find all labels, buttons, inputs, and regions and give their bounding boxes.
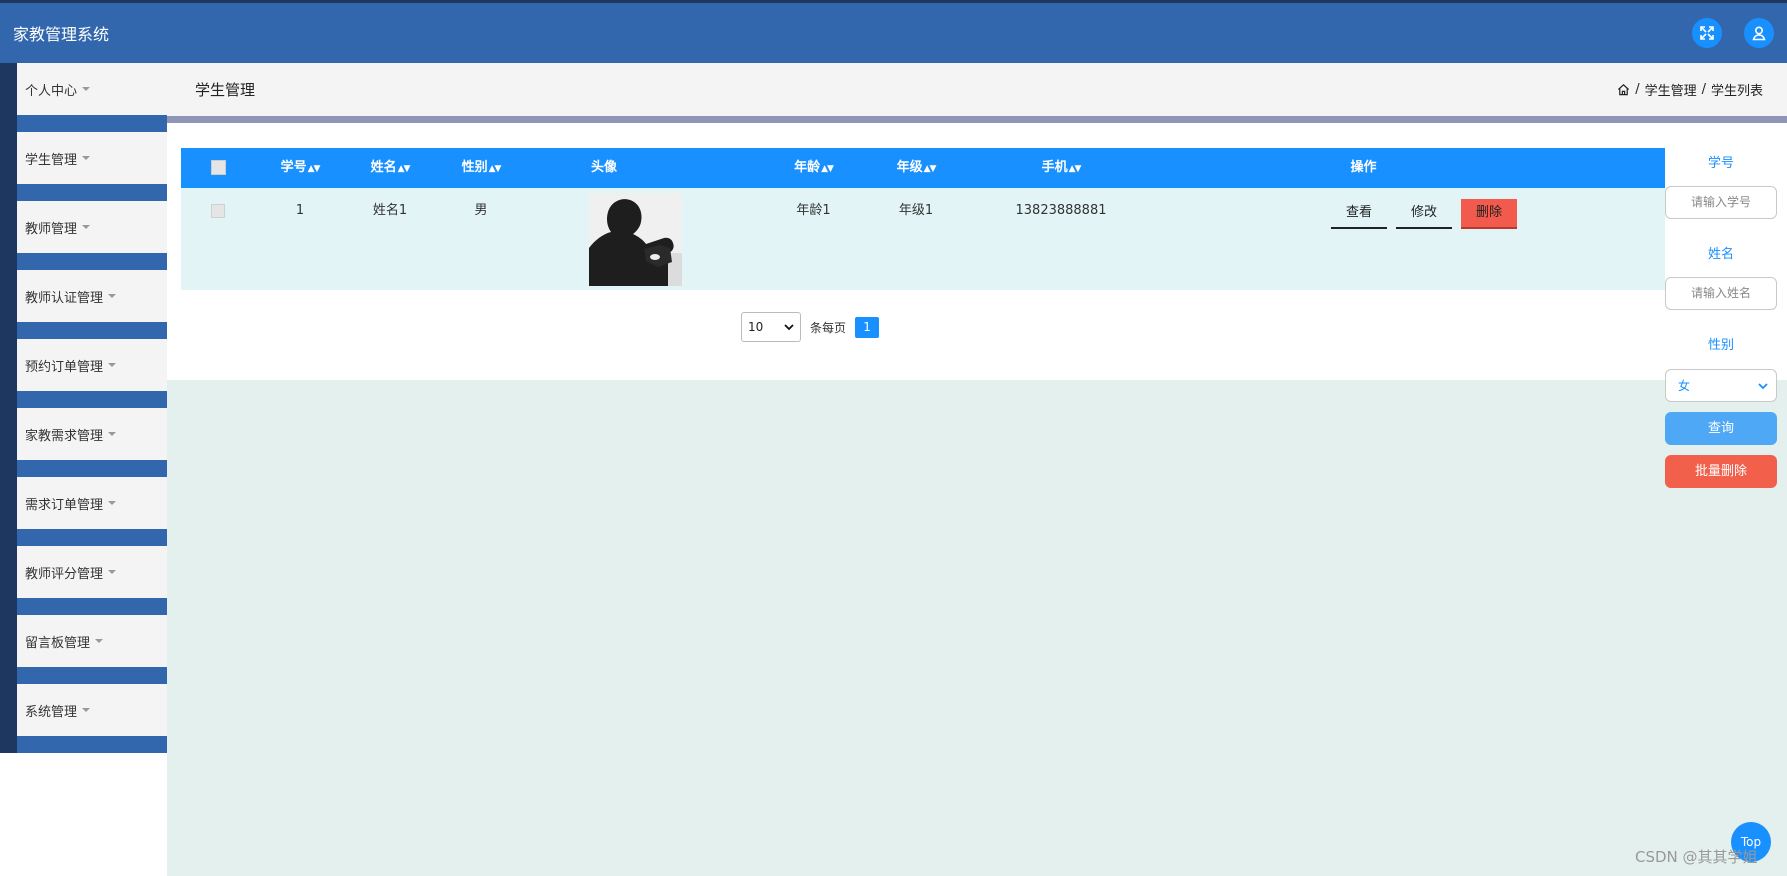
sidebar-item-label: 学生管理 [25,152,78,168]
cell-age: 年龄1 [796,203,831,218]
sort-icon: ▲▼ [307,164,321,174]
sidebar-item-teacher-ratings[interactable]: 教师评分管理 [0,546,167,615]
column-header-age[interactable]: 年龄▲▼ [751,148,876,188]
per-page-label: 条每页 [810,320,847,335]
column-header-grade[interactable]: 年级▲▼ [876,148,956,188]
sidebar-item-label: 教师认证管理 [25,290,104,306]
sidebar-item-booking-orders[interactable]: 预约订单管理 [0,339,167,408]
batch-delete-button[interactable]: 批量删除 [1665,455,1777,488]
caret-down-icon [108,363,117,367]
page-size-select[interactable]: 10 [741,312,801,342]
caret-down-icon [108,570,117,574]
filter-id-label: 学号 [1707,156,1734,171]
column-header-phone[interactable]: 手机▲▼ [956,148,1166,188]
column-header-id[interactable]: 学号▲▼ [255,148,345,188]
sidebar-item-label: 教师管理 [25,221,78,237]
breadcrumb-level1[interactable]: 学生管理 [1645,80,1697,99]
gender-select[interactable]: 女 [1665,369,1777,402]
caret-down-icon [82,87,91,91]
column-header-ops: 操作 [1350,160,1377,175]
cell-name: 姓名1 [372,203,408,218]
sort-icon: ▲▼ [397,164,411,174]
table-row: 1 姓名1 男 年龄1 年级1 13823888881 查看 修改 删除 [181,188,1665,290]
row-select-cell [181,188,255,234]
sidebar-item-teachers[interactable]: 教师管理 [0,201,167,270]
sort-icon: ▲▼ [923,164,937,174]
sidebar-item-tutoring-demands[interactable]: 家教需求管理 [0,408,167,477]
sort-icon: ▲▼ [821,164,834,174]
sidebar: 个人中心 学生管理 教师管理 教师认证管理 预约订单管理 家教需求管理 需求订单… [0,63,167,876]
fullscreen-button[interactable] [1692,18,1722,48]
sidebar-item-system[interactable]: 系统管理 [0,684,167,753]
table-header: 学号▲▼ 姓名▲▼ 性别▲▼ 头像 年龄▲▼ 年级▲▼ 手机▲▼ 操作 [181,148,1665,188]
pagination: 10 条每页 1 [741,312,880,342]
caret-down-icon [108,432,117,436]
student-name-input[interactable]: 请输入姓名 [1665,277,1777,310]
caret-down-icon [82,708,91,712]
filter-name-label: 姓名 [1707,247,1734,262]
avatar-image [589,193,682,286]
cell-gender: 男 [474,203,488,218]
edit-button[interactable]: 修改 [1396,199,1452,229]
breadcrumb-level2: 学生列表 [1710,84,1763,99]
fullscreen-icon [1700,26,1714,40]
sidebar-item-label: 留言板管理 [25,635,91,651]
sidebar-item-label: 需求订单管理 [25,497,104,513]
app-title: 家教管理系统 [13,25,110,44]
sidebar-item-demand-orders[interactable]: 需求订单管理 [0,477,167,546]
sort-icon: ▲▼ [488,164,502,174]
app-header: 家教管理系统 [0,3,1787,63]
filter-gender-label: 性别 [1707,338,1734,353]
breadcrumb-separator: / [1635,82,1640,97]
sort-icon: ▲▼ [1068,164,1082,174]
chevron-down-icon [784,324,794,331]
column-header-gender[interactable]: 性别▲▼ [435,148,527,188]
sidebar-item-teacher-certification[interactable]: 教师认证管理 [0,270,167,339]
page-title: 学生管理 [195,81,256,99]
sidebar-item-label: 家教需求管理 [25,428,104,444]
chevron-down-icon [1758,382,1768,389]
sidebar-item-label: 预约订单管理 [25,359,104,375]
watermark: CSDN @其其学姐 [1635,848,1758,866]
breadcrumb: / 学生管理 / 学生列表 [1617,80,1763,99]
header-divider-bar [167,116,1787,123]
cell-phone: 13823888881 [1015,203,1107,218]
cell-grade: 年级1 [898,203,934,218]
filter-panel: 学号 请输入学号 姓名 请输入姓名 性别 女 查询 批量删除 [1665,148,1777,488]
select-all-cell [181,148,255,188]
cell-avatar [589,193,682,286]
user-button[interactable] [1744,18,1774,48]
header-actions [1692,18,1774,48]
select-all-checkbox[interactable] [210,160,226,175]
sidebar-item-profile[interactable]: 个人中心 [0,63,167,132]
user-icon [1752,26,1766,41]
cell-id: 1 [295,203,305,218]
home-icon[interactable] [1617,83,1630,96]
page-number-button[interactable]: 1 [855,316,880,338]
row-checkbox[interactable] [211,203,225,218]
sidebar-item-label: 系统管理 [25,704,78,720]
student-table: 学号▲▼ 姓名▲▼ 性别▲▼ 头像 年龄▲▼ 年级▲▼ 手机▲▼ 操作 1 姓名… [181,148,1665,290]
breadcrumb-separator: / [1701,82,1706,97]
sidebar-item-label: 个人中心 [25,83,78,99]
view-button[interactable]: 查看 [1331,199,1387,229]
caret-down-icon [108,294,117,298]
student-id-input[interactable]: 请输入学号 [1665,186,1777,219]
sidebar-item-students[interactable]: 学生管理 [0,132,167,201]
caret-down-icon [108,501,117,505]
delete-button[interactable]: 删除 [1461,199,1517,229]
caret-down-icon [82,225,91,229]
sidebar-item-label: 教师评分管理 [25,566,104,582]
column-header-avatar: 头像 [590,160,617,175]
caret-down-icon [82,156,91,160]
page-header: 学生管理 / 学生管理 / 学生列表 [167,63,1787,116]
query-button[interactable]: 查询 [1665,412,1777,445]
sidebar-item-message-board[interactable]: 留言板管理 [0,615,167,684]
column-header-name[interactable]: 姓名▲▼ [345,148,435,188]
caret-down-icon [95,639,104,643]
